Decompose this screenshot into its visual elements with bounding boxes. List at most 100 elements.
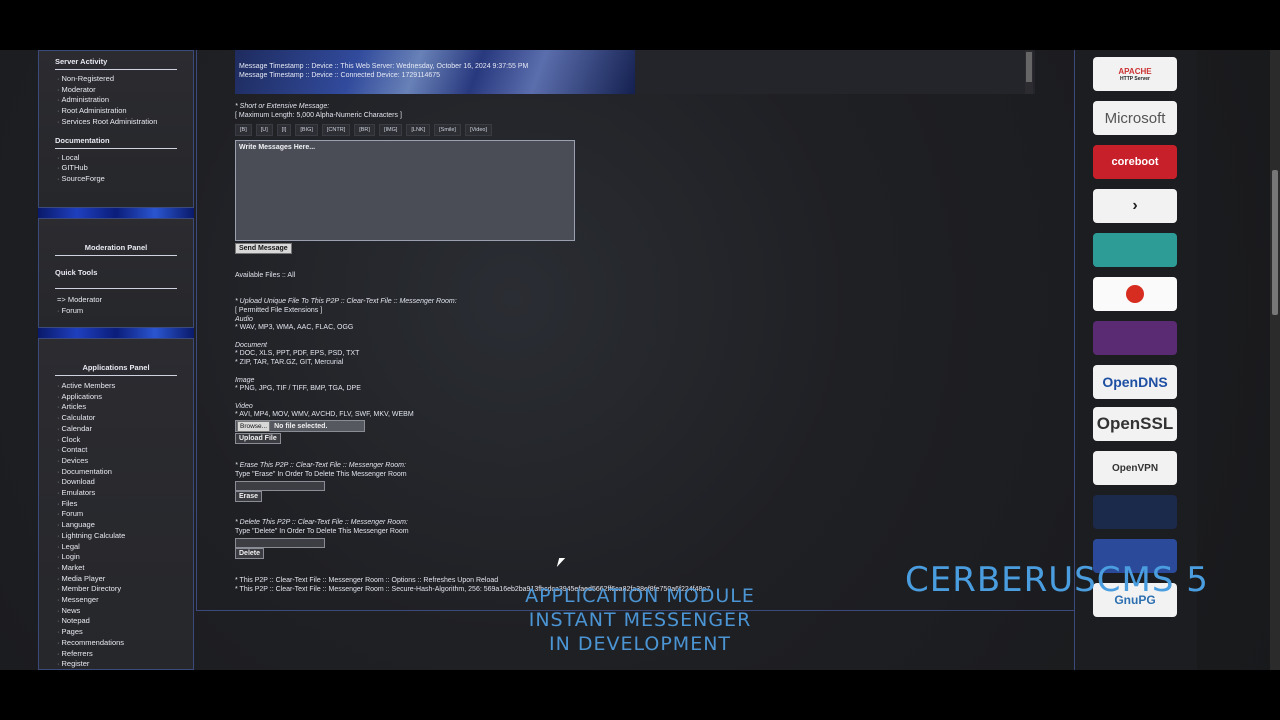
app-item[interactable]: · Active Members [57, 381, 193, 392]
opendns-logo[interactable]: OpenDNS [1093, 365, 1177, 399]
app-item[interactable]: · Register [57, 659, 193, 670]
overlay-line-1: APPLICATION MODULE [525, 585, 755, 607]
app-item[interactable]: · Emulators [57, 488, 193, 499]
message-textarea[interactable]: Write Messages Here... [235, 140, 575, 241]
bbcode-image-button[interactable]: [IMG] [378, 124, 403, 136]
server-activity-item-non-registered[interactable]: · Non-Registered [57, 74, 193, 85]
app-item[interactable]: · Calendar [57, 424, 193, 435]
bbcode-underline-button[interactable]: [U] [255, 124, 273, 136]
erase-button[interactable]: Erase [235, 491, 263, 502]
applications-panel-title: Applications Panel [55, 363, 177, 376]
app-item[interactable]: · Documentation [57, 467, 193, 478]
terminal-logo-icon[interactable]: › [1093, 189, 1177, 223]
apache-logo-sub: HTTP Server [1120, 75, 1150, 82]
server-activity-item-root-administration[interactable]: · Root Administration [57, 106, 193, 117]
bbcode-smile-button[interactable]: [Smile] [434, 124, 461, 136]
server-activity-item-services-root[interactable]: · Services Root Administration [57, 117, 193, 128]
moderation-list: => Moderator · Forum [39, 295, 193, 316]
no-file-selected: No file selected. [274, 422, 328, 430]
page-scrollbar[interactable] [1270, 50, 1280, 670]
video-extensions: * AVI, MP4, MOV, WMV, AVCHD, FLV, SWF, M… [235, 411, 414, 418]
send-message-button[interactable]: Send Message [235, 243, 292, 254]
erase-input[interactable] [235, 481, 325, 491]
file-input[interactable]: Browse... No file selected. [235, 420, 365, 432]
page-scrollbar-thumb[interactable] [1272, 170, 1278, 315]
document-extensions-1: * DOC, XLS, PPT, PDF, EPS, PSD, TXT [235, 350, 360, 357]
server-activity-item-moderator[interactable]: · Moderator [57, 85, 193, 96]
bbcode-break-button[interactable]: [BR] [354, 124, 375, 136]
browse-button[interactable]: Browse... [237, 420, 271, 432]
message-log-scrollbar[interactable] [1025, 50, 1033, 94]
message-log[interactable]: Message Timestamp :: Device :: This Web … [235, 50, 1035, 94]
app-item[interactable]: · Member Directory [57, 584, 193, 595]
bbcode-italic-button[interactable]: [I] [276, 124, 292, 136]
brand-watermark: CERBERUSCMS 5 [905, 560, 1209, 600]
bbcode-bold-button[interactable]: [B] [235, 124, 252, 136]
lineageos-logo-icon[interactable] [1093, 233, 1177, 267]
documentation-list: · Local · GITHub · SourceForge [39, 153, 193, 185]
app-item[interactable]: · Applications [57, 392, 193, 403]
app-item[interactable]: · Market [57, 563, 193, 574]
upload-file-button[interactable]: Upload File [235, 433, 281, 444]
app-item[interactable]: · Pages [57, 627, 193, 638]
app-item[interactable]: · Devices [57, 456, 193, 467]
quick-tools-title: Quick Tools [55, 268, 98, 277]
server-activity-item-administration[interactable]: · Administration [57, 95, 193, 106]
compose-max-length: [ Maximum Length: 5,000 Alpha-Numeric Ch… [235, 112, 402, 119]
erase-label: * Erase This P2P :: Clear-Text File :: M… [235, 462, 406, 469]
letterbox-bottom [0, 670, 1280, 720]
app-item[interactable]: · Forum [57, 509, 193, 520]
delete-label: * Delete This P2P :: Clear-Text File :: … [235, 519, 408, 526]
bbcode-video-button[interactable]: [Video] [464, 124, 492, 136]
openvpn-logo[interactable]: OpenVPN [1093, 451, 1177, 485]
app-item[interactable]: · Articles [57, 402, 193, 413]
app-item[interactable]: · Files [57, 499, 193, 510]
image-title: Image [235, 377, 255, 384]
divider [55, 288, 177, 289]
security-logo-icon[interactable] [1093, 495, 1177, 529]
coreboot-logo[interactable]: coreboot [1093, 145, 1177, 179]
permitted-extensions: [ Permitted File Extensions ] [235, 307, 323, 314]
app-item[interactable]: · Language [57, 520, 193, 531]
app-item[interactable]: · Recommendations [57, 638, 193, 649]
app-item[interactable]: · News [57, 606, 193, 617]
message-timestamp-device: Message Timestamp :: Device :: Connected… [239, 72, 441, 79]
compose-label: * Short or Extensive Message: [235, 103, 330, 110]
app-item[interactable]: · Legal [57, 542, 193, 553]
documentation-item-sourceforge[interactable]: · SourceForge [57, 174, 193, 185]
app-item[interactable]: · Lightning Calculate [57, 531, 193, 542]
erase-hint: Type "Erase" In Order To Delete This Mes… [235, 471, 407, 478]
microsoft-logo[interactable]: Microsoft [1093, 101, 1177, 135]
app-item[interactable]: · Contact [57, 445, 193, 456]
app-item[interactable]: · Notepad [57, 616, 193, 627]
bbcode-center-button[interactable]: [CNTR] [321, 124, 351, 136]
server-activity-title: Server Activity [55, 57, 177, 70]
upload-label: * Upload Unique File To This P2P :: Clea… [235, 298, 457, 305]
app-item[interactable]: · Calculator [57, 413, 193, 424]
apache-logo[interactable]: APACHE HTTP Server [1093, 57, 1177, 91]
video-title: Video [235, 403, 253, 410]
apache-logo-text: APACHE [1118, 66, 1152, 76]
letterbox-top [0, 0, 1280, 50]
decorative-banner [38, 208, 194, 218]
moderation-item-forum[interactable]: · Forum [57, 306, 193, 317]
lotus-logo-icon[interactable] [1093, 321, 1177, 355]
delete-button[interactable]: Delete [235, 548, 265, 559]
bbcode-link-button[interactable]: [LNK] [406, 124, 431, 136]
audio-extensions: * WAV, MP3, WMA, AAC, FLAC, OGG [235, 324, 354, 331]
app-item[interactable]: · Media Player [57, 574, 193, 585]
scrollbar-thumb[interactable] [1026, 52, 1032, 82]
app-item[interactable]: · Clock [57, 435, 193, 446]
moderation-item-moderator[interactable]: => Moderator [57, 295, 193, 306]
documentation-item-github[interactable]: · GITHub [57, 163, 193, 174]
openssl-logo[interactable]: OpenSSL [1093, 407, 1177, 441]
bbcode-big-button[interactable]: [BIG] [295, 124, 318, 136]
app-item[interactable]: · Download [57, 477, 193, 488]
app-item[interactable]: · Referrers [57, 649, 193, 660]
message-timestamp-server: Message Timestamp :: Device :: This Web … [239, 63, 529, 70]
delete-input[interactable] [235, 538, 325, 548]
tomato-logo-icon[interactable] [1093, 277, 1177, 311]
documentation-item-local[interactable]: · Local [57, 153, 193, 164]
app-item[interactable]: · Login [57, 552, 193, 563]
app-item[interactable]: · Messenger [57, 595, 193, 606]
